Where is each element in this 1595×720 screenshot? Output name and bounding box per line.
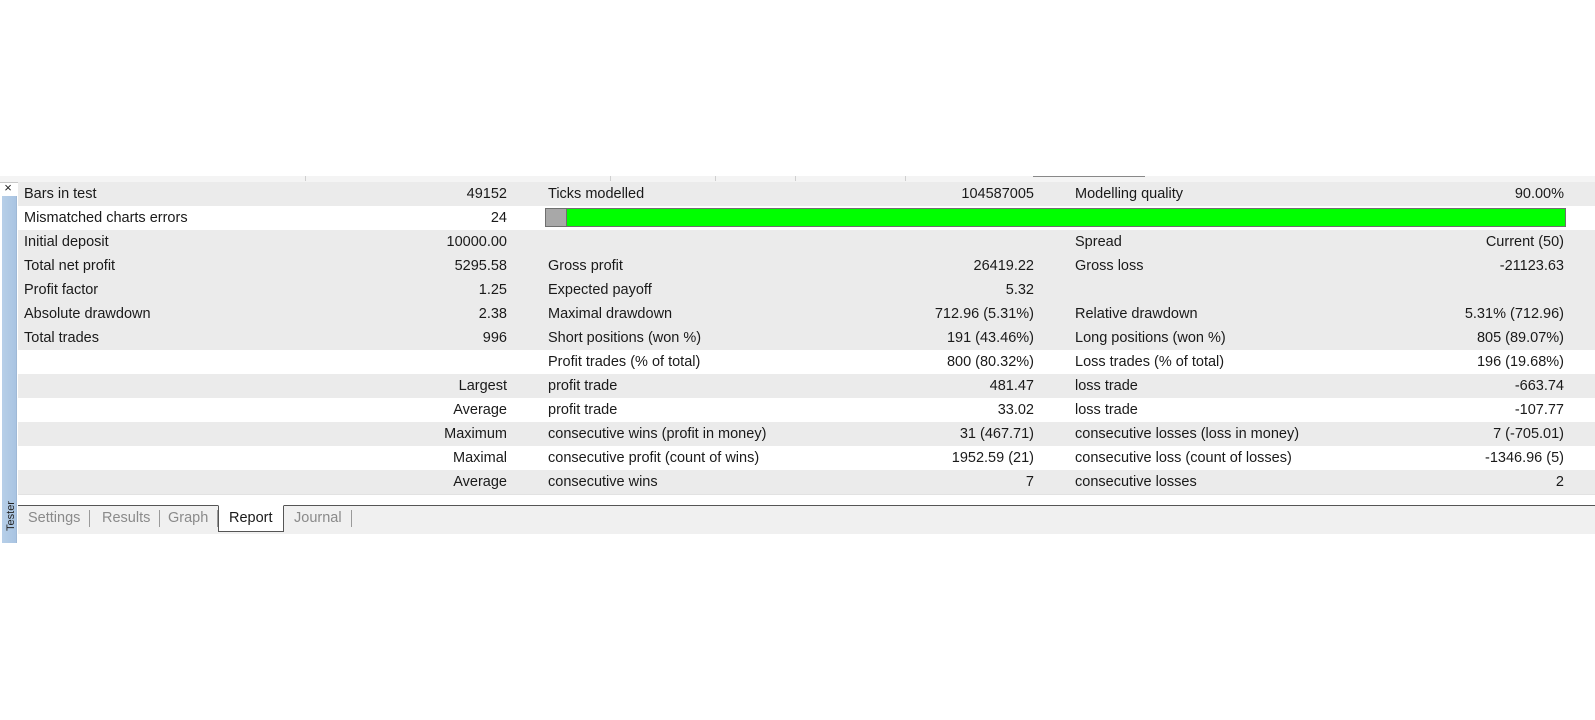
report-row: Average profit trade 33.02 loss trade -107.7… (18, 398, 1595, 423)
report-label: Long positions (won %) (1075, 330, 1226, 346)
report-label: profit trade (548, 378, 618, 394)
report-row: Initial deposit 10000.00 Spread Current (50… (18, 230, 1595, 255)
report-value: 5295.58 (454, 258, 507, 274)
report-row: Bars in test 49152 Ticks modelled 104587005… (18, 182, 1595, 207)
report-label: Profit trades (% of total) (548, 354, 701, 370)
report-label: consecutive losses (1075, 474, 1197, 490)
report-value: 1.25 (478, 282, 507, 298)
report-label: Loss trades (% of total) (1075, 354, 1225, 370)
report-value: 1952.59 (21) (951, 450, 1034, 466)
tab-settings[interactable]: Settings (18, 506, 91, 530)
report-value: 481.47 (989, 378, 1034, 394)
report-label: Spread (1075, 234, 1122, 250)
report-label: Average (453, 402, 507, 418)
report-value: -1346.96 (5) (1485, 450, 1564, 466)
report-label: Mismatched charts errors (24, 210, 188, 226)
tester-side-label: Tester (4, 497, 18, 537)
report-value: 24 (490, 210, 507, 226)
report-label: consecutive loss (count of losses) (1075, 450, 1292, 466)
report-label: Maximum (444, 426, 507, 442)
report-row: Profit trades (% of total) 800 (80.32%) Lo… (18, 350, 1595, 375)
report-label: Absolute drawdown (24, 306, 151, 322)
report-value: 196 (19.68%) (1476, 354, 1564, 370)
report-row: Total trades 996 Short positions (won %) 19… (18, 326, 1595, 351)
report-value: 712.96 (5.31%) (934, 306, 1034, 322)
tab-journal[interactable]: Journal (284, 506, 352, 530)
report-label: Bars in test (24, 186, 97, 202)
report-label: Maximal (453, 450, 507, 466)
report-label: Ticks modelled (548, 186, 645, 202)
report-value: 31 (467.71) (959, 426, 1034, 442)
report-value: 10000.00 (446, 234, 507, 250)
report-value: 33.02 (997, 402, 1034, 418)
report-label: Expected payoff (548, 282, 652, 298)
report-value: 805 (89.07%) (1476, 330, 1564, 346)
report-value: 5.32 (1005, 282, 1034, 298)
report-label: Profit factor (24, 282, 99, 298)
report-row: Maximal consecutive profit (count of wins… (18, 446, 1595, 471)
report-value: 26419.22 (973, 258, 1034, 274)
report-label: Initial deposit (24, 234, 109, 250)
report-label: Average (453, 474, 507, 490)
report-value: 49152 (466, 186, 507, 202)
report-value: 2 (1555, 474, 1564, 490)
tester-label: Tester (5, 501, 17, 531)
report-value: 2.38 (478, 306, 507, 322)
report-value: -663.74 (1514, 378, 1564, 394)
report-row: Profit factor 1.25 Expected payoff 5.32 (18, 278, 1595, 303)
report-value: -21123.63 (1499, 258, 1564, 274)
report-label: consecutive wins (548, 474, 658, 490)
report-label: consecutive wins (profit in money) (548, 426, 767, 442)
report-value: 104587005 (961, 186, 1034, 202)
report-row: Mismatched charts errors 24 (18, 206, 1595, 231)
tester-side-strip: Tester (2, 196, 17, 543)
report-value: -107.77 (1514, 402, 1564, 418)
report-label: Short positions (won %) (548, 330, 702, 346)
report-label: Gross loss (1075, 258, 1144, 274)
tester-tab-bar: Settings Results Graph Report Journal (18, 505, 1595, 534)
tab-results[interactable]: Results (92, 506, 161, 530)
report-label: Modelling quality (1075, 186, 1184, 202)
report-label: profit trade (548, 402, 618, 418)
report-label: loss trade (1075, 378, 1138, 394)
report-value: 5.31% (712.96) (1464, 306, 1564, 322)
report-table: Bars in test 49152 Ticks modelled 104587005… (18, 182, 1595, 506)
report-row: Largest profit trade 481.47 loss trade -663.… (18, 374, 1595, 399)
splitter-tick (905, 176, 906, 181)
modelling-quality-missing-fill (546, 209, 567, 226)
report-value: 996 (482, 330, 507, 346)
report-label: consecutive profit (count of wins) (548, 450, 760, 466)
report-value: 7 (1025, 474, 1034, 490)
splitter-tick (795, 176, 796, 181)
splitter-tick (305, 176, 306, 181)
report-label: Gross profit (548, 258, 623, 274)
tab-graph[interactable]: Graph (158, 506, 219, 530)
report-row: Maximum consecutive wins (profit in money… (18, 422, 1595, 447)
strategy-tester-panel: × Tester Bars in test 49152 Ticks modelled… (0, 176, 1595, 543)
report-value: 800 (80.32%) (946, 354, 1034, 370)
report-value: 90.00% (1514, 186, 1564, 202)
splitter-tick (610, 176, 611, 181)
report-value: Current (50) (1485, 234, 1564, 250)
report-label: Relative drawdown (1075, 306, 1198, 322)
close-icon[interactable]: × (2, 181, 14, 194)
report-label: Total trades (24, 330, 99, 346)
report-label: loss trade (1075, 402, 1138, 418)
report-row: Total net profit 5295.58 Gross profit 26419… (18, 254, 1595, 279)
report-label: Total net profit (24, 258, 116, 274)
report-label: Maximal drawdown (548, 306, 673, 322)
splitter-tick (715, 176, 716, 181)
tab-report[interactable]: Report (218, 505, 284, 532)
report-label: consecutive losses (loss in money) (1075, 426, 1300, 442)
report-row: Absolute drawdown 2.38 Maximal drawdown 712… (18, 302, 1595, 327)
report-row: Average consecutive wins 7 consecutive loss… (18, 470, 1595, 495)
report-value: 7 (-705.01) (1493, 426, 1564, 442)
report-value: 191 (43.46%) (946, 330, 1034, 346)
report-label: Largest (458, 378, 507, 394)
modelling-quality-bar (545, 208, 1566, 227)
